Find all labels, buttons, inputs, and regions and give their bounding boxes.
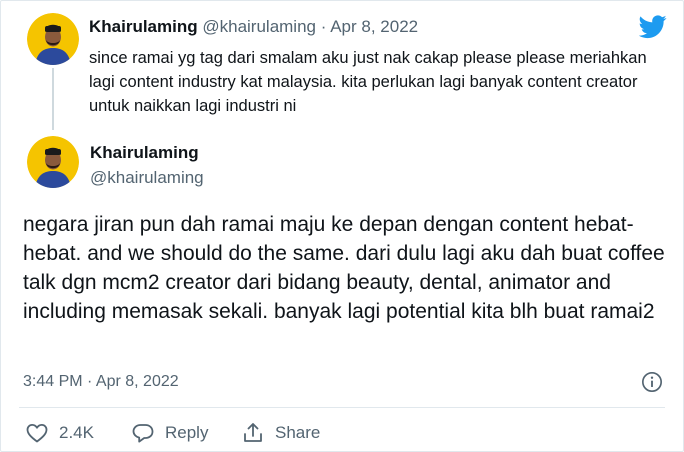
parent-tweet-header: Khairulaming @khairulaming · Apr 8, 2022 — [89, 17, 418, 37]
reply-label: Reply — [165, 423, 209, 442]
share-icon — [244, 423, 262, 442]
avatar-image — [27, 13, 79, 65]
parent-tweet-text: since ramai yg tag dari smalam aku just … — [89, 49, 647, 115]
parent-author-name[interactable]: Khairulaming — [89, 17, 198, 36]
author-name[interactable]: Khairulaming — [90, 143, 199, 163]
tweet-timestamp[interactable]: 3:44 PM · Apr 8, 2022 — [23, 373, 179, 391]
divider — [19, 407, 665, 408]
tweet-text: negara jiran pun dah ramai maju ke depan… — [23, 213, 665, 323]
share-label: Share — [275, 423, 321, 442]
thread-connector-line — [52, 68, 54, 130]
twitter-bird-icon[interactable] — [639, 15, 667, 39]
info-icon[interactable] — [641, 371, 663, 393]
avatar[interactable] — [27, 136, 79, 188]
parent-tweet-date[interactable]: Apr 8, 2022 — [330, 17, 418, 36]
avatar-image — [27, 136, 79, 188]
like-button[interactable]: 2.4K — [25, 421, 94, 445]
heart-icon — [26, 424, 48, 443]
like-count: 2.4K — [59, 423, 94, 442]
tweet-card: Khairulaming @khairulaming · Apr 8, 2022… — [0, 0, 684, 452]
reply-bubble-icon — [132, 424, 154, 443]
parent-author-handle[interactable]: @khairulaming — [202, 17, 316, 36]
author-handle[interactable]: @khairulaming — [90, 168, 204, 188]
reply-button[interactable]: Reply — [131, 421, 208, 445]
separator-dot: · — [320, 17, 327, 36]
share-button[interactable]: Share — [241, 421, 320, 445]
avatar[interactable] — [27, 13, 79, 65]
